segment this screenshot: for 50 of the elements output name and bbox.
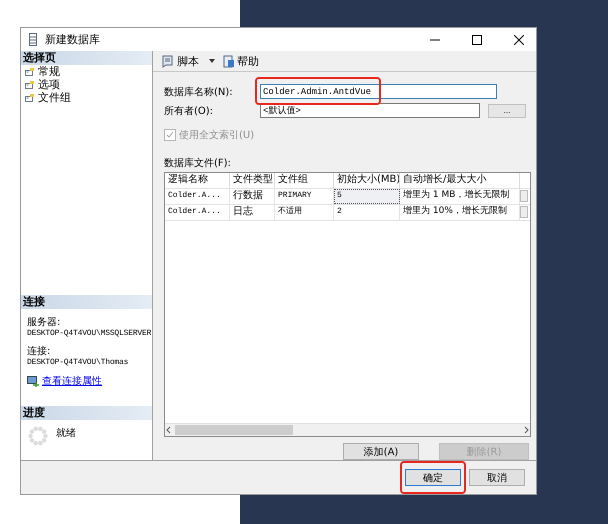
help-button[interactable]: 帮助 <box>221 54 261 68</box>
monitor-icon <box>27 375 39 387</box>
cancel-button[interactable]: 取消 <box>469 469 525 486</box>
section-header: 连接 <box>21 295 152 309</box>
checkbox-label: 使用全文索引(U) <box>179 128 254 142</box>
connection-name: DESKTOP-Q4T4VOU\Thomas <box>26 358 130 367</box>
table-cell: 不适用 <box>275 205 334 220</box>
table-cell: Colder.A... <box>165 189 230 204</box>
server-label: 服务器: <box>26 316 62 329</box>
owner-field[interactable]: <默认值> <box>260 103 480 118</box>
table-cell: 行数据 <box>230 189 275 204</box>
section-header: 进度 <box>21 406 152 420</box>
files-label: 数据库文件(F): <box>164 156 232 170</box>
page-icon <box>25 67 35 76</box>
database-name-field[interactable]: Colder.Admin.AntdVue <box>260 84 497 99</box>
section-header: 选择页 <box>21 51 152 65</box>
page-item[interactable]: 常规 <box>21 65 152 78</box>
connection-properties-link[interactable]: 查看连接属性 <box>42 374 102 388</box>
ok-button[interactable]: 确定 <box>405 469 461 486</box>
table-cell: 5 <box>334 189 400 204</box>
column-header[interactable]: 逻辑名称 <box>165 173 230 188</box>
page-item[interactable]: 选项 <box>21 78 152 91</box>
table-cell: Colder.A... <box>165 205 230 220</box>
page-icon <box>25 80 35 89</box>
browse-button[interactable]: ... <box>488 104 526 118</box>
connection-label: 连接: <box>26 344 52 358</box>
field-label: 所有者(O): <box>164 104 214 118</box>
column-header[interactable]: 文件类型 <box>230 173 275 188</box>
field-label: 数据库名称(N): <box>164 86 234 98</box>
window-title: 新建数据库 <box>45 32 101 47</box>
column-header[interactable]: 自动增长/最大大小 <box>400 173 520 188</box>
add-button[interactable]: 添加(A) <box>343 443 419 460</box>
maximize-icon[interactable] <box>472 34 482 44</box>
help-icon <box>223 54 235 68</box>
server-name: DESKTOP-Q4T4VOU\MSSQLSERVER <box>26 329 152 338</box>
scroll-right-icon[interactable] <box>522 426 530 434</box>
scroll-left-icon[interactable] <box>165 426 173 434</box>
close-icon[interactable] <box>514 34 524 44</box>
script-button[interactable]: 脚本 <box>159 54 217 68</box>
page-item[interactable]: 文件组 <box>21 91 152 104</box>
caret-icon <box>209 59 215 63</box>
page-icon <box>25 93 35 102</box>
column-header[interactable]: 文件组 <box>275 173 334 188</box>
table-cell: 日志 <box>230 205 275 220</box>
database-icon <box>29 33 37 46</box>
table-cell: 2 <box>334 205 400 220</box>
script-icon <box>161 54 175 68</box>
status-text: 就绪 <box>56 426 76 441</box>
spinner-icon <box>28 426 48 446</box>
horizontal-scrollbar[interactable] <box>165 423 530 436</box>
